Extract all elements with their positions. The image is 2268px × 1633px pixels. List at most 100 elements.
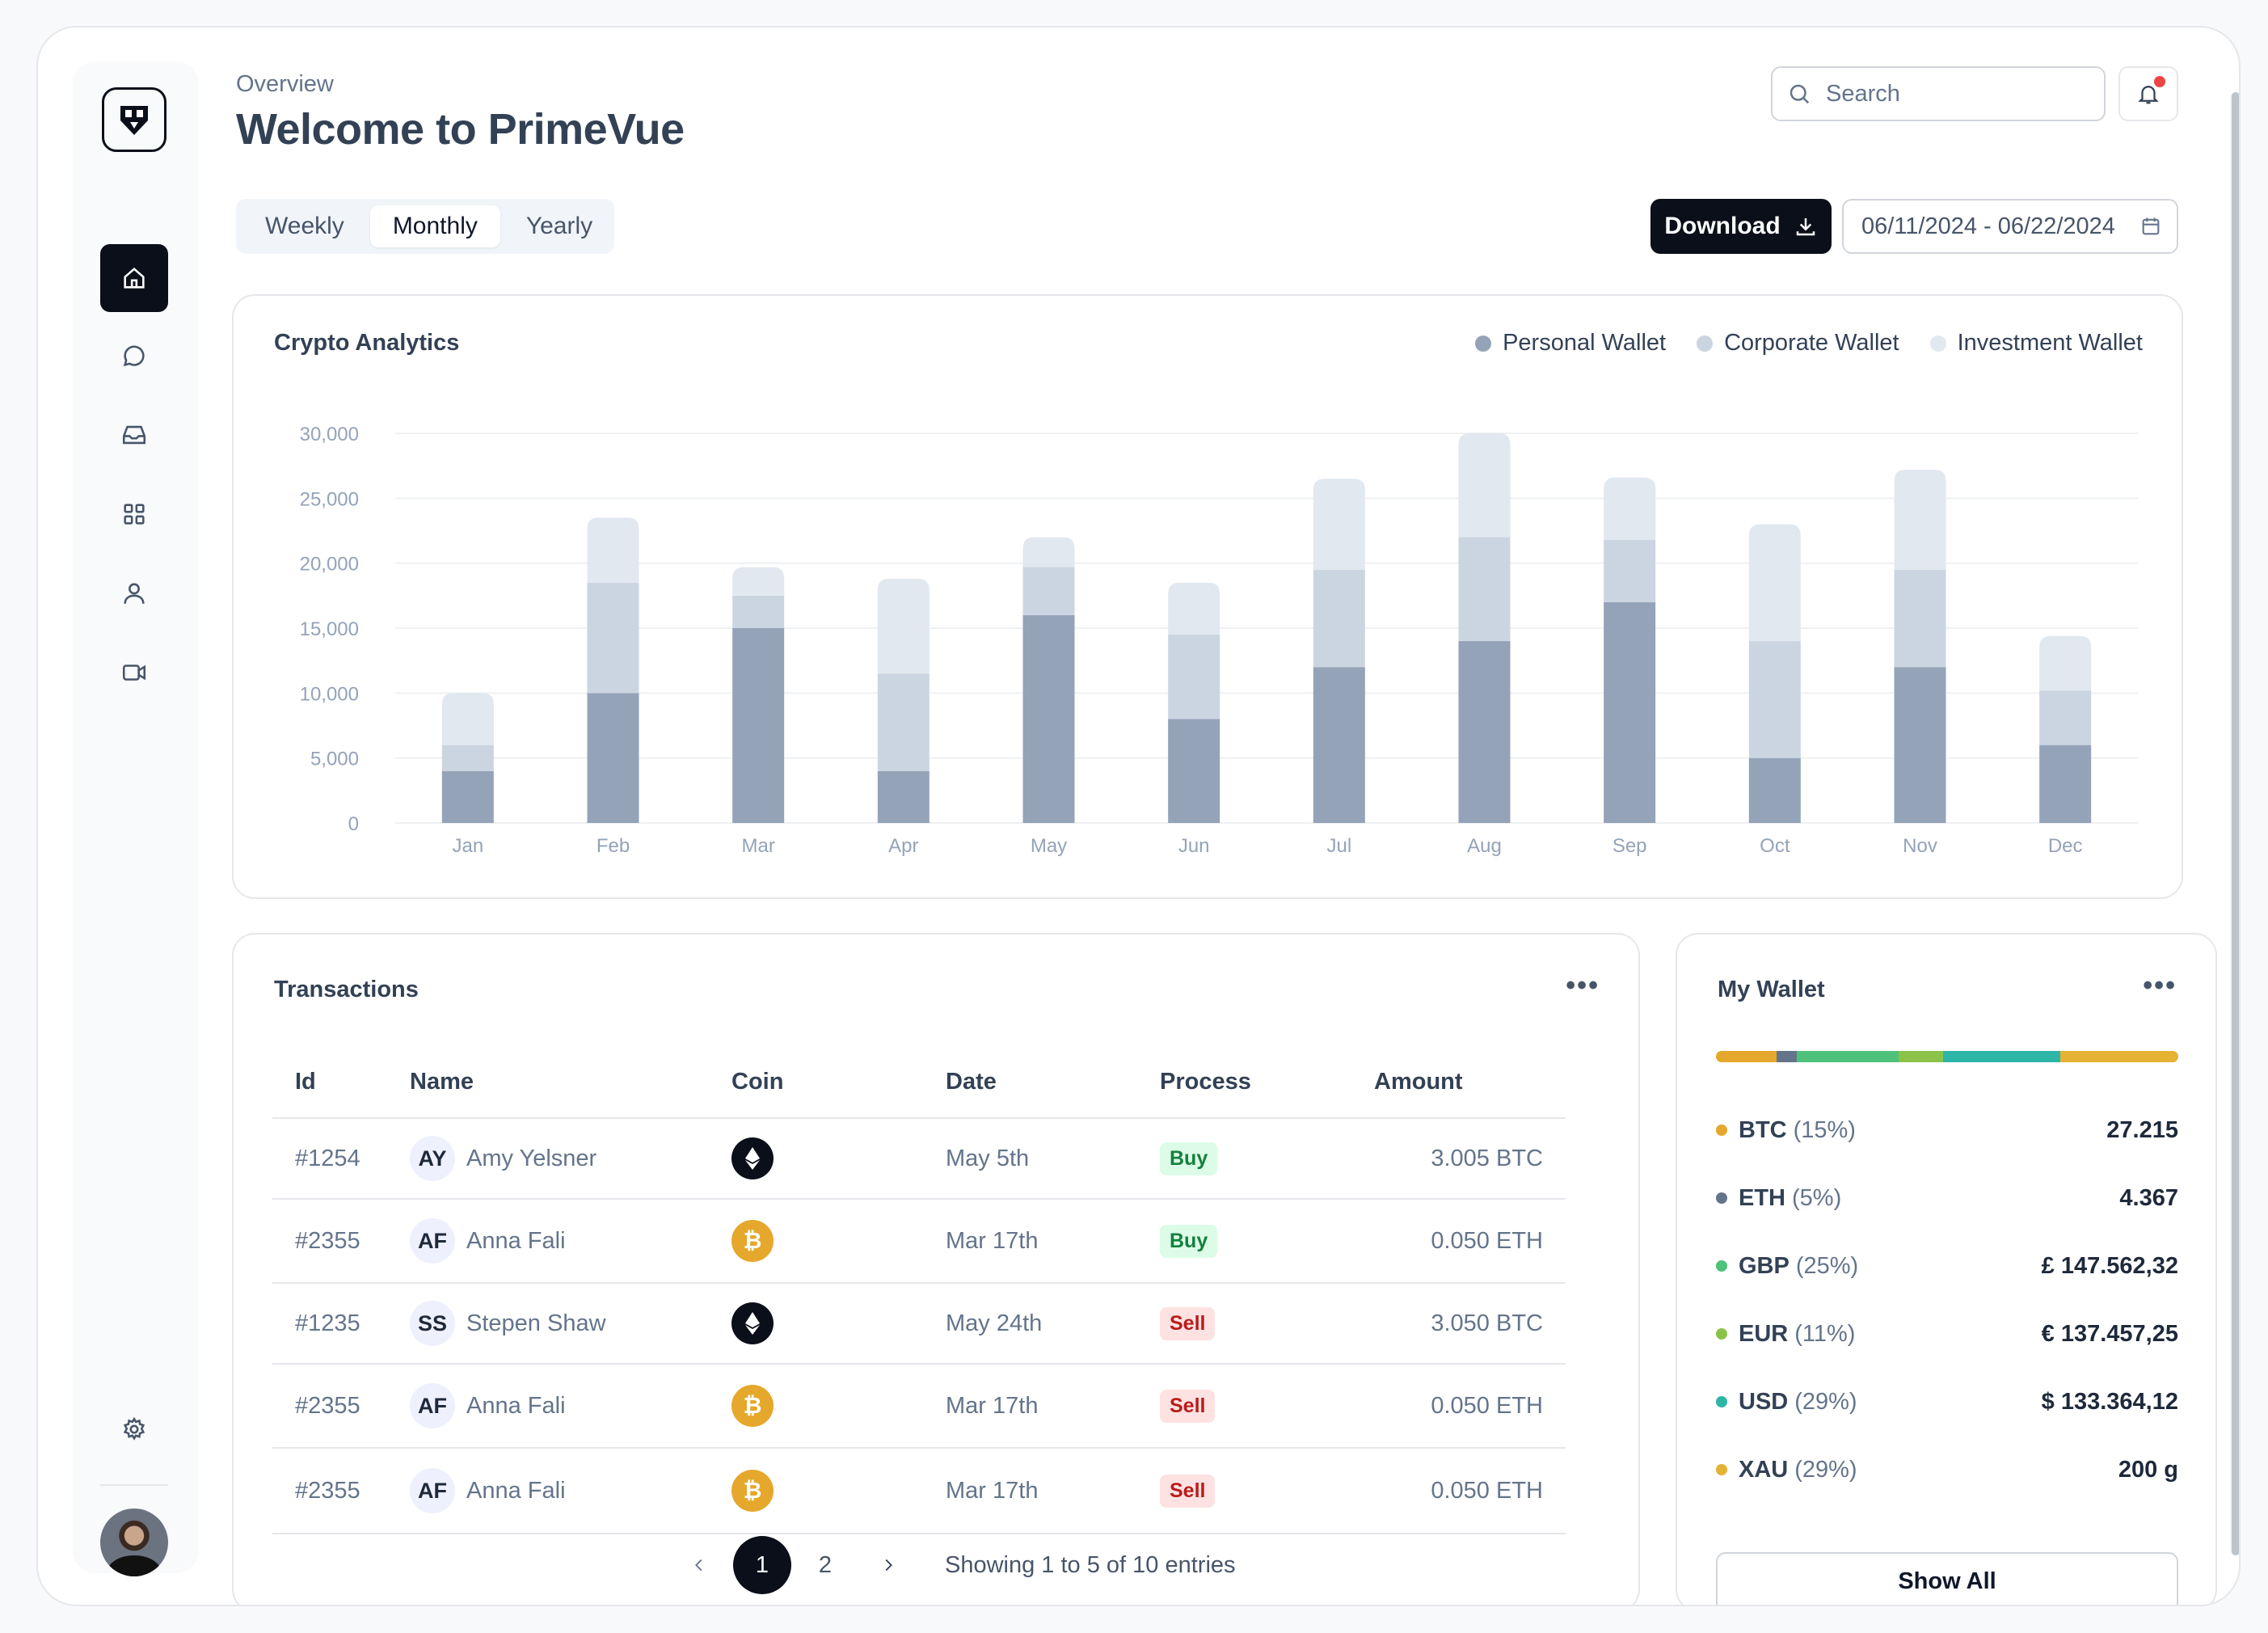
bar-segment-may-investment-wallet[interactable]: [1022, 537, 1075, 568]
wallet-item[interactable]: BTC (15%) 27.215: [1716, 1096, 2178, 1164]
bar-segment-jun-corporate-wallet[interactable]: [1168, 635, 1220, 719]
table-row[interactable]: #2355 AF Anna Fali ₿ Mar 17th Sell 0.050 ETH: [272, 1449, 1566, 1534]
bar-segment-oct-corporate-wallet[interactable]: [1748, 641, 1801, 758]
x-tick-label: Jun: [1178, 835, 1210, 857]
bar-segment-dec-corporate-wallet[interactable]: [2039, 690, 2092, 745]
currency-value: $ 133.364,12: [2041, 1388, 2178, 1415]
tab-weekly[interactable]: Weekly: [242, 205, 367, 247]
bar-segment-oct-investment-wallet[interactable]: [1748, 524, 1801, 642]
wallet-item[interactable]: USD (29%) $ 133.364,12: [1716, 1368, 2178, 1436]
sidebar-item-home[interactable]: [100, 244, 168, 312]
app-window: Overview Welcome to PrimeVue Weekly Mont…: [36, 26, 2241, 1606]
transaction-id: #2355: [295, 1392, 360, 1419]
tab-monthly[interactable]: Monthly: [369, 205, 500, 247]
currency-code: BTC: [1739, 1116, 1787, 1143]
bar-segment-nov-investment-wallet[interactable]: [1894, 469, 1946, 570]
inbox-icon: [122, 425, 146, 445]
bar-segment-may-personal-wallet[interactable]: [1022, 614, 1075, 823]
bar-segment-mar-investment-wallet[interactable]: [732, 567, 785, 596]
sidebar-item-video[interactable]: [100, 639, 168, 707]
bar-segment-aug-personal-wallet[interactable]: [1458, 641, 1511, 823]
page-button[interactable]: 2: [796, 1536, 854, 1594]
more-options-icon[interactable]: •••: [2143, 970, 2177, 1002]
sidebar-item-chat[interactable]: [100, 322, 168, 390]
bar-segment-nov-personal-wallet[interactable]: [1894, 667, 1946, 823]
page-button[interactable]: 1: [733, 1536, 791, 1594]
bar-segment-sep-corporate-wallet[interactable]: [1604, 539, 1656, 602]
bar-segment-nov-corporate-wallet[interactable]: [1894, 569, 1946, 668]
coin-cell: ₿: [731, 1470, 946, 1512]
wallet-item[interactable]: GBP (25%) £ 147.562,32: [1716, 1232, 2178, 1300]
column-header[interactable]: Coin: [731, 1069, 946, 1095]
sidebar-item-apps[interactable]: [100, 480, 168, 548]
sidebar-item-settings[interactable]: [100, 1395, 168, 1463]
date-range-value: 06/11/2024 - 06/22/2024: [1861, 213, 2115, 239]
column-header[interactable]: Id: [272, 1069, 410, 1095]
bar-segment-jun-personal-wallet[interactable]: [1168, 719, 1220, 823]
bar-segment-mar-personal-wallet[interactable]: [732, 628, 785, 823]
table-body: #1254 AY Amy Yelsner May 5th Buy 3.005 BTC #23…: [272, 1119, 1566, 1534]
bar-segment-dec-personal-wallet[interactable]: [2039, 745, 2092, 823]
prev-page-button[interactable]: [670, 1536, 728, 1594]
customer-name: Amy Yelsner: [466, 1145, 597, 1171]
column-header[interactable]: Process: [1160, 1069, 1374, 1095]
avatar[interactable]: [100, 1509, 168, 1576]
bar-segment-apr-corporate-wallet[interactable]: [877, 673, 930, 771]
search-box[interactable]: [1771, 66, 2106, 121]
bar-segment-sep-personal-wallet[interactable]: [1604, 601, 1656, 823]
bar-segment-apr-investment-wallet[interactable]: [877, 578, 930, 674]
process-cell: Sell: [1160, 1389, 1374, 1423]
bar-segment-feb-corporate-wallet[interactable]: [587, 582, 639, 694]
download-button[interactable]: Download: [1650, 199, 1832, 254]
next-page-button[interactable]: [859, 1536, 917, 1594]
search-input[interactable]: [1826, 80, 2085, 108]
show-all-button[interactable]: Show All: [1716, 1552, 2178, 1605]
table-row[interactable]: #1235 SS Stepen Shaw May 24th Sell 3.050 BTC: [272, 1284, 1566, 1365]
logo-icon[interactable]: [102, 87, 167, 152]
bar-segment-aug-investment-wallet[interactable]: [1458, 433, 1511, 538]
tab-yearly[interactable]: Yearly: [504, 205, 615, 247]
y-tick-label: 5,000: [310, 749, 359, 770]
table-row[interactable]: #2355 AF Anna Fali ₿ Mar 17th Buy 0.050 ETH: [272, 1200, 1566, 1284]
bar-segment-jan-investment-wallet[interactable]: [441, 693, 494, 745]
wallet-item[interactable]: XAU (29%) 200 g: [1716, 1436, 2178, 1504]
bar-segment-jun-investment-wallet[interactable]: [1168, 582, 1220, 635]
table-row[interactable]: #1254 AY Amy Yelsner May 5th Buy 3.005 BTC: [272, 1119, 1566, 1200]
sidebar-item-inbox[interactable]: [100, 401, 168, 469]
wallet-item[interactable]: ETH (5%) 4.367: [1716, 1164, 2178, 1232]
x-tick-label: Mar: [741, 835, 774, 857]
transaction-id: #1254: [295, 1145, 360, 1171]
bar-segment-oct-personal-wallet[interactable]: [1748, 757, 1801, 823]
scrollbar[interactable]: [2230, 92, 2239, 1555]
more-options-icon[interactable]: •••: [1566, 970, 1600, 1002]
bar-segment-feb-personal-wallet[interactable]: [587, 693, 639, 823]
bar-segment-feb-investment-wallet[interactable]: [587, 517, 639, 583]
customer-name: Stepen Shaw: [466, 1310, 606, 1336]
date-range-picker[interactable]: 06/11/2024 - 06/22/2024: [1842, 199, 2178, 254]
bar-segment-may-corporate-wallet[interactable]: [1022, 567, 1075, 615]
bar-segment-jan-personal-wallet[interactable]: [441, 770, 494, 823]
wallet-item[interactable]: EUR (11%) € 137.457,25: [1716, 1300, 2178, 1368]
column-header[interactable]: Amount: [1374, 1069, 1566, 1095]
avatar: AY: [410, 1136, 455, 1181]
ethereum-icon: [731, 1137, 774, 1179]
bar-segment-sep-investment-wallet[interactable]: [1604, 477, 1656, 540]
scrollbar-thumb[interactable]: [2232, 92, 2239, 1555]
bar-segment-apr-personal-wallet[interactable]: [877, 770, 930, 823]
notification-dot: [2154, 76, 2165, 87]
bar-segment-jul-personal-wallet[interactable]: [1313, 667, 1365, 823]
notifications-button[interactable]: [2118, 66, 2178, 121]
table-row[interactable]: #2355 AF Anna Fali ₿ Mar 17th Sell 0.050 ETH: [272, 1365, 1566, 1449]
bar-segment-dec-investment-wallet[interactable]: [2039, 635, 2092, 691]
bar-segment-jan-corporate-wallet[interactable]: [441, 745, 494, 771]
bar-segment-jul-corporate-wallet[interactable]: [1313, 569, 1365, 668]
column-header[interactable]: Name: [410, 1069, 731, 1095]
sidebar-item-user[interactable]: [100, 559, 168, 627]
column-header[interactable]: Date: [946, 1069, 1160, 1095]
x-tick-label: Jan: [452, 835, 483, 857]
bar-segment-mar-corporate-wallet[interactable]: [732, 595, 785, 628]
allocation-segment: [2060, 1051, 2178, 1062]
calendar-icon[interactable]: [2139, 215, 2162, 238]
bar-segment-jul-investment-wallet[interactable]: [1313, 479, 1365, 570]
bar-segment-aug-corporate-wallet[interactable]: [1458, 537, 1511, 642]
